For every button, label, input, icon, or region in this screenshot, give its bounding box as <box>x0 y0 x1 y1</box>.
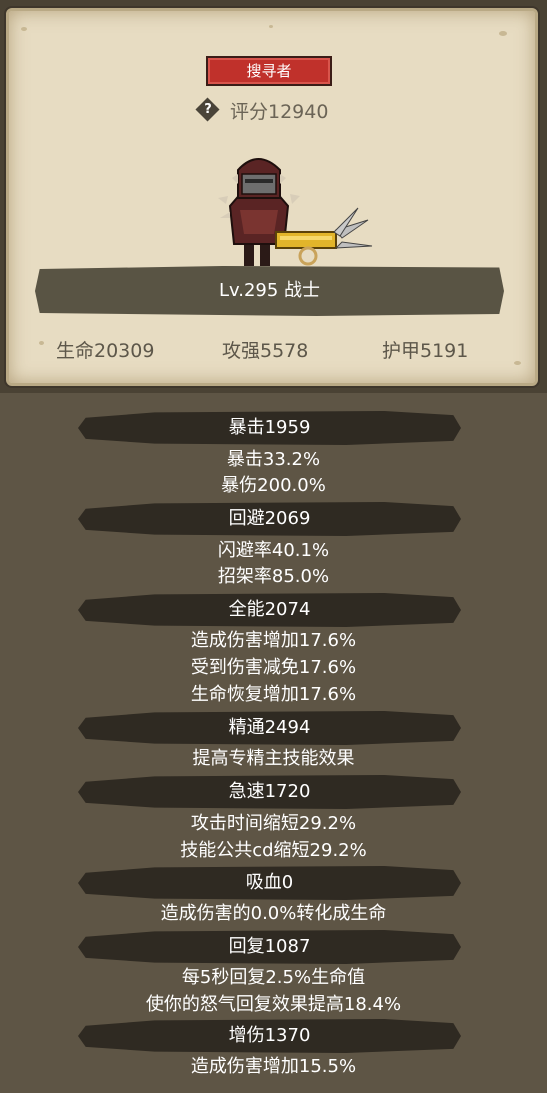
leech-header: 吸血0 <box>78 866 461 900</box>
level-class-bar: Lv.295 战士 <box>35 266 504 316</box>
core-stats: 生命20309 攻强5578 护甲5191 <box>0 336 547 364</box>
recovery-hp-line: 每5秒回复2.5%生命值 <box>181 967 366 988</box>
mastery-effect-line: 提高专精主技能效果 <box>192 748 355 769</box>
dodge-header: 回避2069 <box>78 502 461 536</box>
parry-rate-line: 招架率85.0% <box>217 566 330 587</box>
versatility-reduction-line: 受到伤害减免17.6% <box>190 657 357 678</box>
crit-header: 暴击1959 <box>78 411 461 445</box>
haste-attack-line: 攻击时间缩短29.2% <box>190 813 357 834</box>
versatility-heal-line: 生命恢复增加17.6% <box>190 684 357 705</box>
leech-effect-line: 造成伤害的0.0%转化成生命 <box>160 903 387 924</box>
damage-increase-line: 造成伤害增加15.5% <box>190 1056 357 1077</box>
help-icon[interactable]: ? <box>195 97 220 122</box>
damage-header: 增伤1370 <box>78 1019 461 1053</box>
title-badge: 搜寻者 <box>206 56 332 86</box>
score-row: ? 评分12940 <box>195 96 329 124</box>
score-text: 评分12940 <box>230 100 329 123</box>
crit-damage-line: 暴伤200.0% <box>221 475 326 496</box>
recovery-rage-line: 使你的怒气回复效果提高18.4% <box>145 994 402 1015</box>
attack-stat: 攻强5578 <box>222 340 309 362</box>
haste-header: 急速1720 <box>78 775 461 809</box>
versatility-damage-line: 造成伤害增加17.6% <box>190 630 357 651</box>
recovery-header: 回复1087 <box>78 930 461 964</box>
warrior-character-sprite <box>218 158 373 266</box>
crit-rate-line: 暴击33.2% <box>226 449 321 470</box>
character-panel: 搜寻者 ? 评分12940 Lv.295 战士 生命20309 攻强5578 护… <box>0 0 547 393</box>
hp-stat: 生命20309 <box>56 340 155 362</box>
dodge-rate-line: 闪避率40.1% <box>217 540 330 561</box>
mastery-header: 精通2494 <box>78 711 461 745</box>
armor-stat: 护甲5191 <box>382 340 469 362</box>
versatility-header: 全能2074 <box>78 593 461 627</box>
haste-cd-line: 技能公共cd缩短29.2% <box>180 840 367 861</box>
